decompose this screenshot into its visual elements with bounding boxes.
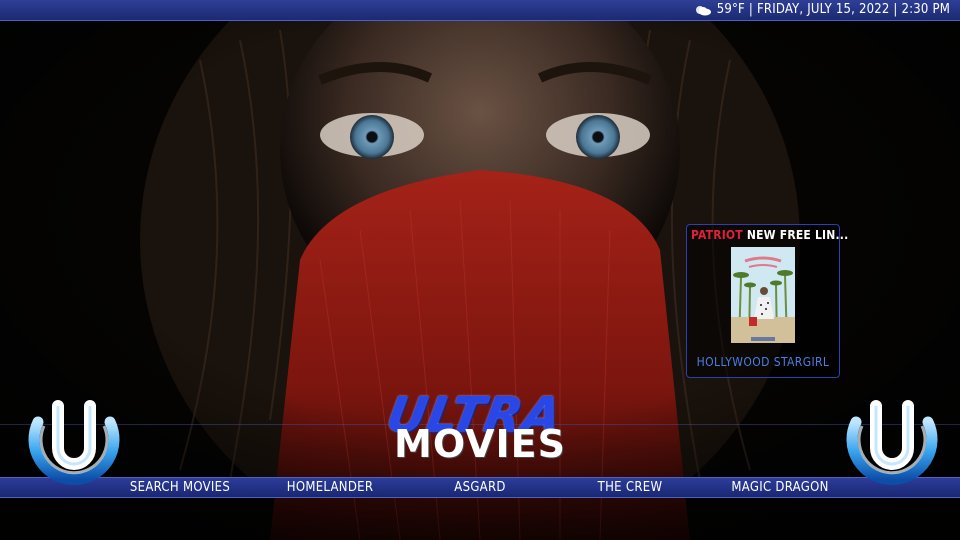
ultra-u-logo-icon bbox=[846, 400, 938, 485]
status-info: 59°F | FRIDAY, JULY 15, 2022 | 2:30 PM bbox=[694, 2, 950, 17]
featured-widget[interactable]: PATRIOT NEW FREE LIN... HOLLYWOOD STARGI… bbox=[686, 224, 848, 378]
partly-cloudy-icon bbox=[695, 5, 711, 15]
widget-title: NEW FREE LIN... bbox=[746, 228, 849, 242]
poster-art bbox=[731, 247, 795, 343]
menu-item-magic-dragon[interactable]: MAGIC DRAGON bbox=[731, 480, 828, 495]
top-status-bar: 59°F | FRIDAY, JULY 15, 2022 | 2:30 PM bbox=[0, 0, 960, 21]
menu-item-search-movies[interactable]: SEARCH MOVIES bbox=[130, 480, 230, 495]
menu-item-homelander[interactable]: HOMELANDER bbox=[287, 480, 374, 495]
widget-header: PATRIOT NEW FREE LIN... bbox=[691, 228, 848, 242]
menu-item-the-crew[interactable]: THE CREW bbox=[598, 480, 663, 495]
date-time-weather-text: 59°F | FRIDAY, JULY 15, 2022 | 2:30 PM bbox=[716, 2, 950, 17]
build-logo-movies: MOVIES bbox=[394, 422, 566, 466]
menu-item-asgard[interactable]: ASGARD bbox=[454, 480, 505, 495]
poster-caption: HOLLYWOOD STARGIRL bbox=[696, 355, 830, 369]
widget-brand: PATRIOT bbox=[691, 228, 743, 242]
ultra-u-logo-icon bbox=[28, 400, 120, 485]
home-screen: 59°F | FRIDAY, JULY 15, 2022 | 2:30 PM P… bbox=[0, 0, 960, 540]
main-menu-bar: SEARCH MOVIES HOMELANDER ASGARD THE CREW… bbox=[0, 477, 960, 498]
movie-poster[interactable] bbox=[731, 247, 795, 343]
